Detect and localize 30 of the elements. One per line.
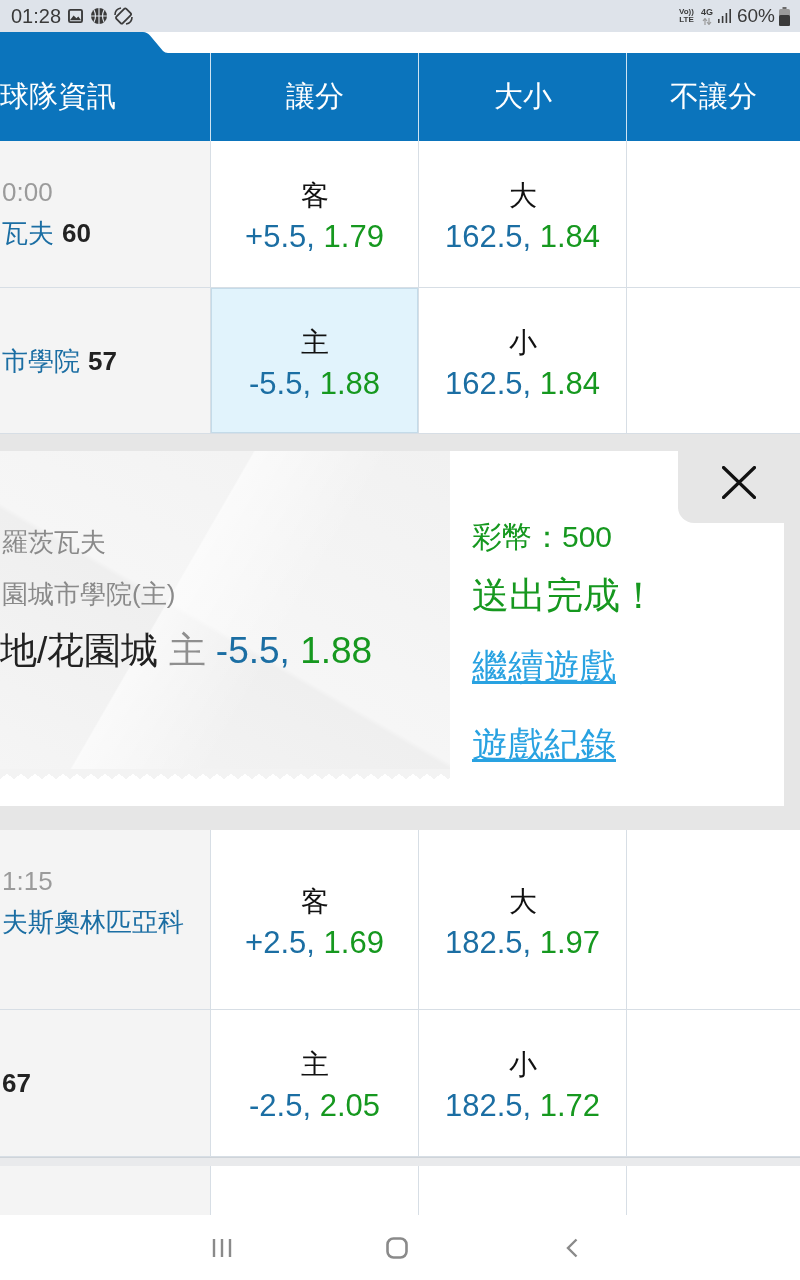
battery-icon <box>779 6 790 26</box>
clock-text: 01:28 <box>11 4 62 28</box>
bet-summary: 地/花園城 主 -5.5, 1.88 <box>0 629 373 673</box>
basketball-icon <box>91 8 108 24</box>
recent-apps-icon <box>212 1237 232 1258</box>
coins-text: 彩幣：500 <box>472 519 613 555</box>
success-message: 送出完成！ <box>472 574 657 618</box>
score-text: 67 <box>2 1067 31 1100</box>
column-header: 球隊資訊 <box>0 79 117 114</box>
team-name: 市學院 <box>2 344 80 378</box>
battery-text: 60% <box>736 5 775 27</box>
odds-button[interactable]: 主 -5.5, 1.88 <box>210 288 418 433</box>
rotate-icon <box>114 7 134 25</box>
team-name: 瓦夫 <box>2 217 54 250</box>
header-tab[interactable] <box>0 32 168 53</box>
home-icon <box>386 1236 408 1259</box>
network-label: 4G <box>700 7 713 17</box>
back-icon <box>566 1237 578 1258</box>
home-team-text: 園城市學院(主) <box>1 578 176 611</box>
volte-label: Vo)) LTE <box>679 8 694 24</box>
image-icon <box>68 9 84 23</box>
close-icon <box>722 466 756 499</box>
away-team-text: 羅茨瓦夫 <box>1 526 106 559</box>
score-text: 60 <box>62 217 91 250</box>
team-name: 夫斯奧林匹亞科 <box>2 906 184 939</box>
match-time: 1:15 <box>2 865 53 898</box>
score-text: 57 <box>88 344 117 378</box>
signal-icon <box>717 9 731 23</box>
data-arrows-icon <box>701 17 712 25</box>
match-time: 0:00 <box>2 176 53 209</box>
